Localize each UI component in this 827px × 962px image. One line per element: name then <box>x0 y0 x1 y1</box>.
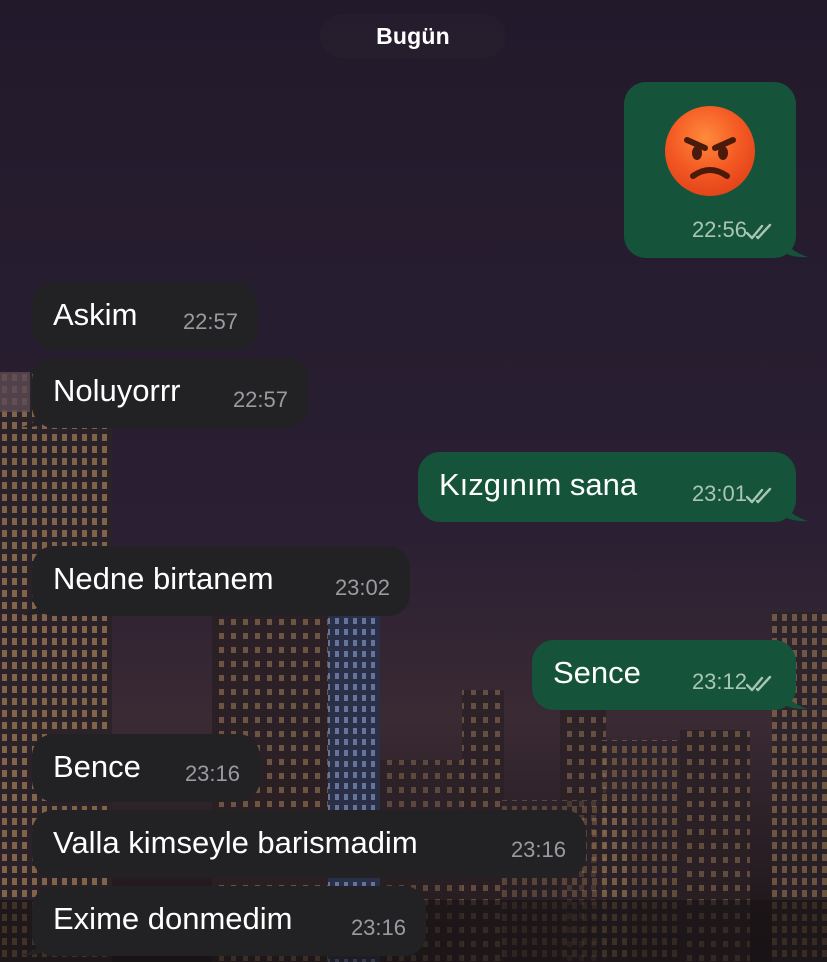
message-text: Valla kimseyle barismadim <box>53 825 418 860</box>
incoming-message-bubble[interactable]: Noluyorrr 22:57 <box>32 358 308 428</box>
message-text: Exime donmedim <box>53 901 293 936</box>
double-check-icon <box>746 487 772 504</box>
message-time: 23:16 <box>510 837 566 862</box>
incoming-message-bubble[interactable]: Askim 22:57 <box>32 282 258 350</box>
incoming-message-bubble[interactable]: Bence 23:16 <box>32 734 260 802</box>
message-time: 23:02 <box>334 575 390 600</box>
message-time: 22:57 <box>232 387 288 412</box>
date-separator-label: Bugün <box>376 22 450 49</box>
message-time: 23:16 <box>350 915 406 940</box>
message-text: Kızgınım sana <box>439 467 638 502</box>
message-time: 23:01 <box>691 481 747 506</box>
message-time: 23:16 <box>184 761 240 786</box>
message-time: 23:12 <box>691 669 747 694</box>
message-time: 22:56 <box>691 217 747 242</box>
outgoing-message-bubble[interactable]: Sence 23:12 <box>532 640 796 710</box>
double-check-icon <box>746 675 772 692</box>
emoji-message-bubble[interactable]: 22:56 <box>624 82 796 258</box>
message-text: Noluyorrr <box>53 373 181 408</box>
message-time: 22:57 <box>182 309 238 334</box>
incoming-message-bubble[interactable]: Exime donmedim 23:16 <box>32 886 426 956</box>
angry-face-icon <box>665 106 755 196</box>
outgoing-message-bubble[interactable]: Kızgınım sana 23:01 <box>418 452 796 522</box>
incoming-message-bubble[interactable]: Valla kimseyle barismadim 23:16 <box>32 810 586 878</box>
incoming-message-bubble[interactable]: Nedne birtanem 23:02 <box>32 546 410 616</box>
message-text: Bence <box>53 749 141 784</box>
message-text: Askim <box>53 297 138 332</box>
message-text: Nedne birtanem <box>53 561 274 596</box>
message-text: Sence <box>553 655 641 690</box>
double-check-icon <box>746 223 772 240</box>
date-separator: Bugün <box>320 14 506 58</box>
